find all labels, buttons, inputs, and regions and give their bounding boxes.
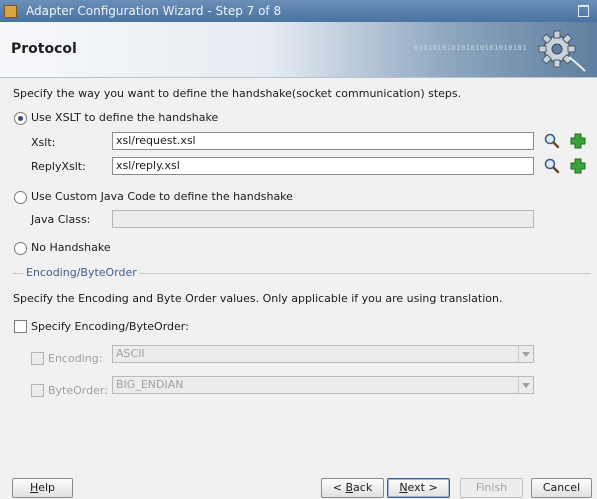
app-icon [4, 5, 17, 18]
encoding-dropdown-value: ASCII [116, 347, 145, 360]
search-icon[interactable] [543, 132, 561, 150]
next-button-mnemonic: N [399, 481, 408, 494]
window-title: Adapter Configuration Wizard - Step 7 of… [26, 4, 282, 18]
xslt-label: Xslt: [31, 136, 56, 149]
back-button-mnemonic: B [345, 481, 354, 494]
intro-text: Specify the way you want to define the h… [13, 87, 462, 100]
encoding-checkbox[interactable] [31, 352, 44, 365]
byteorder-label: ByteOrder: [48, 384, 108, 397]
help-button-label-post: elp [38, 481, 56, 494]
add-icon[interactable] [569, 157, 587, 175]
back-button-label-post: ack [353, 481, 373, 494]
encoding-description: Specify the Encoding and Byte Order valu… [13, 292, 503, 305]
wizard-footer: Help < Back Next > Finish Cancel [0, 473, 597, 499]
encoding-dropdown[interactable]: ASCII [112, 345, 534, 363]
radio-no-handshake-label[interactable]: No Handshake [31, 241, 111, 254]
chevron-down-icon[interactable] [518, 377, 533, 393]
search-icon[interactable] [543, 157, 561, 175]
help-button-mnemonic: H [29, 481, 39, 494]
radio-custom-java[interactable] [14, 191, 27, 204]
radio-no-handshake[interactable] [14, 242, 27, 255]
byteorder-checkbox[interactable] [31, 384, 44, 397]
cancel-button[interactable]: Cancel [531, 478, 592, 498]
radio-use-xslt-label[interactable]: Use XSLT to define the handshake [31, 111, 218, 124]
reply-xslt-label: ReplyXslt: [31, 160, 86, 173]
header-binary-decoration: 010101010101010101010101 [413, 44, 527, 52]
encoding-group-title: Encoding/ByteOrder [24, 266, 139, 279]
add-icon[interactable] [569, 132, 587, 150]
xslt-input[interactable]: xsl/request.xsl [112, 132, 534, 150]
chevron-down-icon[interactable] [518, 346, 533, 362]
encoding-label: Encoding: [48, 352, 103, 365]
help-button[interactable]: Help [12, 478, 73, 498]
window-title-bar: Adapter Configuration Wizard - Step 7 of… [0, 0, 597, 22]
reply-xslt-input[interactable]: xsl/reply.xsl [112, 157, 534, 175]
byteorder-dropdown[interactable]: BIG_ENDIAN [112, 376, 534, 394]
specify-encoding-checkbox[interactable] [14, 320, 27, 333]
wizard-content: Specify the way you want to define the h… [0, 78, 597, 473]
java-class-label: Java Class: [31, 213, 91, 226]
wizard-header: Protocol 010101010101010101010101 [0, 22, 597, 78]
page-title: Protocol [11, 41, 77, 57]
byteorder-dropdown-value: BIG_ENDIAN [116, 378, 184, 391]
finish-button[interactable]: Finish [460, 478, 523, 498]
java-class-input[interactable] [112, 210, 534, 228]
next-button[interactable]: Next > [387, 478, 450, 498]
maximize-icon[interactable] [578, 5, 589, 17]
back-button[interactable]: < Back [321, 478, 384, 498]
radio-use-xslt[interactable] [14, 112, 27, 125]
gear-icon [538, 30, 586, 72]
specify-encoding-label[interactable]: Specify Encoding/ByteOrder: [31, 320, 189, 333]
back-button-label-pre: < [332, 481, 346, 494]
radio-custom-java-label[interactable]: Use Custom Java Code to define the hands… [31, 190, 293, 203]
next-button-label-post: ext > [407, 481, 438, 494]
